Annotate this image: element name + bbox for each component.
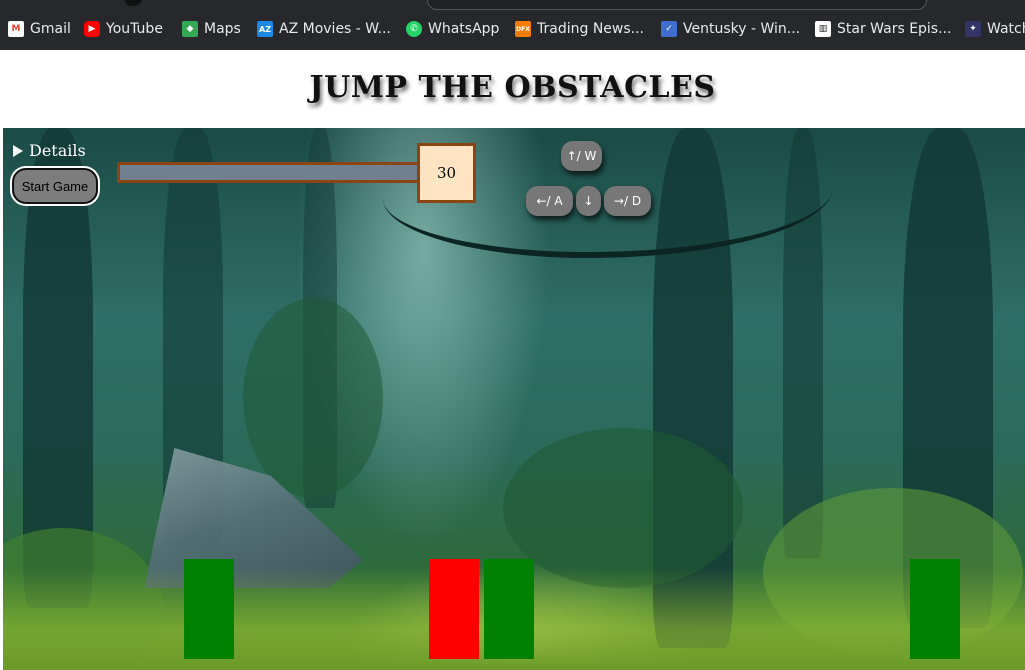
key-down-button[interactable]: ↓	[576, 186, 601, 216]
bookmark-gmail[interactable]: M Gmail	[8, 18, 71, 40]
background-foliage	[503, 428, 743, 588]
background-foliage	[243, 298, 383, 498]
gmail-icon: M	[8, 21, 24, 37]
key-right-button[interactable]: →/ D	[604, 186, 651, 216]
page-title: JUMP THE OBSTACLES	[309, 70, 716, 105]
bookmarks-bar: M Gmail ▶ YouTube ◆ Maps AZ AZ Movies - …	[0, 0, 1025, 50]
bookmark-label: Watch	[987, 21, 1025, 37]
bookmark-label: Maps	[204, 21, 241, 37]
bookmark-label: YouTube	[106, 21, 163, 37]
ventusky-icon: ✓	[661, 21, 677, 37]
obstacle-block	[910, 559, 960, 659]
start-game-button[interactable]: Start Game	[12, 168, 98, 204]
obstacle-block	[184, 559, 234, 659]
bookmark-label: AZ Movies - W...	[279, 21, 391, 37]
timer-value: 30	[417, 143, 476, 203]
bookmark-ventusky[interactable]: ✓ Ventusky - Win...	[661, 18, 800, 40]
youtube-icon: ▶	[84, 21, 100, 37]
bookmark-youtube[interactable]: ▶ YouTube	[84, 18, 163, 40]
key-left-button[interactable]: ←/ A	[526, 186, 573, 216]
bookmark-maps[interactable]: ◆ Maps	[182, 18, 241, 40]
maps-icon: ◆	[182, 21, 198, 37]
obstacle-block	[484, 559, 534, 659]
whatsapp-icon: ✆	[406, 21, 422, 37]
dfx-icon: DFX	[515, 21, 531, 37]
details-toggle[interactable]: Details	[13, 141, 86, 160]
bookmark-label: Trading News...	[537, 21, 644, 37]
player-block	[429, 559, 479, 659]
key-up-button[interactable]: ↑/ W	[561, 141, 602, 171]
bookmark-label: Gmail	[30, 21, 71, 37]
az-movies-icon: AZ	[257, 21, 273, 37]
timer-progress-bar	[117, 162, 420, 183]
watch-icon: ✦	[965, 21, 981, 37]
bookmark-label: Star Wars Epis...	[837, 21, 952, 37]
bookmark-trading-news[interactable]: DFX Trading News...	[515, 18, 644, 40]
details-label: Details	[29, 141, 86, 160]
archive-icon: ▥	[815, 21, 831, 37]
bookmark-label: WhatsApp	[428, 21, 500, 37]
tab-favicon	[124, 0, 142, 6]
address-bar-edge[interactable]	[427, 0, 927, 10]
bookmark-watch[interactable]: ✦ Watch	[965, 18, 1025, 40]
disclosure-triangle-icon	[13, 144, 23, 157]
bookmark-label: Ventusky - Win...	[683, 21, 801, 37]
bookmark-whatsapp[interactable]: ✆ WhatsApp	[406, 18, 499, 40]
game-area[interactable]: Details Start Game 30 ↑/ W ←/ A ↓ →/ D	[3, 128, 1025, 670]
bookmark-az-movies[interactable]: AZ AZ Movies - W...	[257, 18, 391, 40]
bookmark-star-wars[interactable]: ▥ Star Wars Epis...	[815, 18, 951, 40]
